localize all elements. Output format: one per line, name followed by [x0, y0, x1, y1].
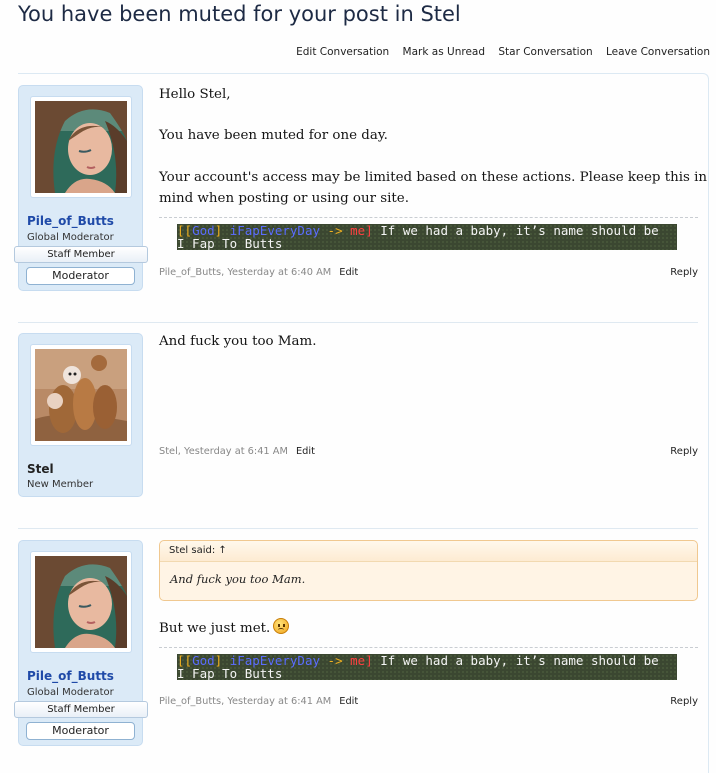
staff-member-ribbon: Staff Member: [14, 701, 148, 718]
signature-image: [[God] iFapEveryDay -> me] If we had a b…: [177, 224, 677, 250]
message-paragraph: mind when posting or using our site.: [159, 191, 409, 206]
page-title: You have been muted for your post in Ste…: [18, 2, 461, 26]
signature-image: [[God] iFapEveryDay -> me] If we had a b…: [177, 654, 677, 680]
woman-portrait-avatar: [35, 101, 127, 193]
message-paragraph: Hello Stel,: [159, 87, 231, 102]
quote-text: And fuck you too Mam.: [170, 572, 306, 586]
signature-divider: [159, 647, 698, 648]
edit-link[interactable]: Edit: [339, 696, 358, 707]
message-paragraph: But we just met.: [159, 618, 290, 636]
user-title: Global Moderator: [27, 232, 114, 243]
moderator-banner: Moderator: [26, 267, 135, 285]
sig-text: I_Fap_To_Butts: [177, 235, 283, 250]
avatar[interactable]: [30, 344, 132, 446]
quote-attribution[interactable]: Stel said: ↑: [160, 541, 697, 562]
avatar[interactable]: [30, 96, 132, 198]
quote-block: Stel said: ↑ And fuck you too Mam.: [159, 540, 698, 601]
sig-arrow: ->: [327, 654, 343, 668]
username-link[interactable]: Stel: [27, 462, 54, 476]
sig-recipient: me]: [350, 224, 373, 238]
user-title: Global Moderator: [27, 687, 114, 698]
username-link[interactable]: Pile_of_Butts: [27, 214, 114, 228]
mark-unread-link[interactable]: Mark as Unread: [403, 46, 485, 58]
avatar[interactable]: [30, 551, 132, 653]
author-date-link[interactable]: Pile_of_Butts, Yesterday at 6:41 AM: [159, 696, 331, 707]
reply-link[interactable]: Reply: [670, 696, 698, 707]
sig-text: I_Fap_To_Butts: [177, 665, 283, 680]
signature-divider: [159, 217, 698, 218]
sig-recipient: me]: [350, 654, 373, 668]
reply-link[interactable]: Reply: [670, 446, 698, 457]
message-meta: Stel, Yesterday at 6:41 AM Edit: [159, 446, 315, 457]
message-separator: [18, 528, 698, 529]
conversation-controls: Edit Conversation Mark as Unread Star Co…: [286, 46, 710, 60]
edit-link[interactable]: Edit: [296, 446, 315, 457]
sig-text: If we had a baby, it’s name should be: [380, 224, 659, 238]
message-paragraph: Your account's access may be limited bas…: [159, 170, 708, 185]
message-paragraph: And fuck you too Mam.: [159, 334, 317, 349]
sig-arrow: ->: [327, 224, 343, 238]
author-date-link[interactable]: Stel, Yesterday at 6:41 AM: [159, 446, 288, 457]
star-conversation-link[interactable]: Star Conversation: [498, 46, 592, 58]
user-info-block: Stel New Member: [18, 333, 143, 497]
author-date-link[interactable]: Pile_of_Butts, Yesterday at 6:40 AM: [159, 267, 331, 278]
frown-smiley-icon: [273, 618, 290, 634]
reply-link[interactable]: Reply: [670, 267, 698, 278]
sig-text: If we had a baby, it’s name should be: [380, 654, 659, 668]
moderator-banner: Moderator: [26, 722, 135, 740]
edit-link[interactable]: Edit: [339, 267, 358, 278]
username-link[interactable]: Pile_of_Butts: [27, 669, 114, 683]
staff-member-ribbon: Staff Member: [14, 246, 148, 263]
user-info-block: Pile_of_Butts Global Moderator Staff Mem…: [14, 540, 148, 746]
edit-conversation-link[interactable]: Edit Conversation: [296, 46, 389, 58]
user-info-block: Pile_of_Butts Global Moderator Staff Mem…: [14, 85, 148, 291]
meerkats-avatar: [35, 349, 127, 441]
leave-conversation-link[interactable]: Leave Conversation: [606, 46, 710, 58]
user-title: New Member: [27, 479, 94, 490]
message-meta: Pile_of_Butts, Yesterday at 6:41 AM Edit: [159, 696, 358, 707]
woman-portrait-avatar: [35, 556, 127, 648]
message-separator: [18, 322, 698, 323]
message-meta: Pile_of_Butts, Yesterday at 6:40 AM Edit: [159, 267, 358, 278]
message-text: But we just met.: [159, 621, 271, 636]
message-paragraph: You have been muted for one day.: [159, 128, 388, 143]
